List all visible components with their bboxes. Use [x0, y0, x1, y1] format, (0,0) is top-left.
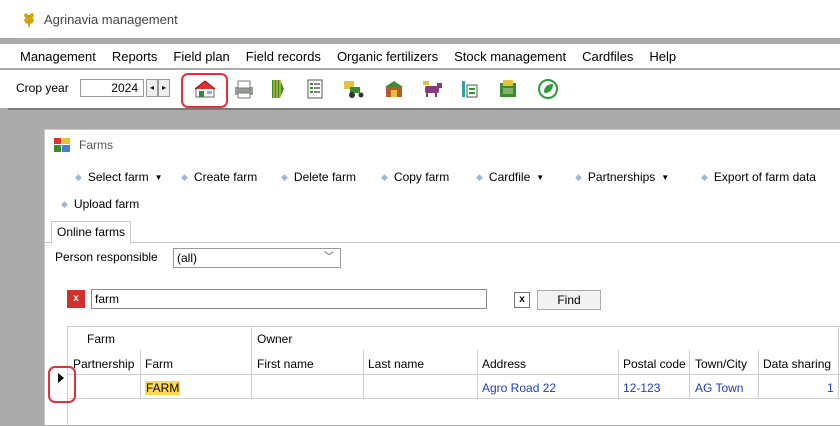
- cell-farm-value: FARM: [145, 381, 181, 395]
- grid-line: [618, 350, 619, 398]
- column-header-farm[interactable]: Farm: [145, 357, 173, 371]
- clear-filter-button[interactable]: x: [67, 290, 85, 308]
- toolbar: Crop year 2024 ◂ ▸: [0, 70, 840, 109]
- cell-postal-code: 12-123: [623, 381, 661, 395]
- crop-year-next-button[interactable]: ▸: [158, 79, 170, 97]
- column-header-town-city[interactable]: Town/City: [695, 357, 747, 371]
- farms-grid: Farm Owner Partnership Farm First name L…: [67, 326, 840, 426]
- bullet-icon: ◆: [575, 172, 582, 182]
- machinery-icon[interactable]: [342, 77, 366, 101]
- cell-address: Agro Road 22: [482, 381, 557, 395]
- column-header-address[interactable]: Address: [482, 357, 526, 371]
- livestock-icon[interactable]: [421, 77, 445, 101]
- chevron-down-icon: ﹀: [324, 252, 334, 263]
- copy-farm-action[interactable]: ◆ Copy farm: [381, 170, 449, 184]
- menu-field-plan[interactable]: Field plan: [165, 49, 237, 64]
- search-clear-icon[interactable]: x: [514, 292, 530, 308]
- partnerships-action[interactable]: ◆ Partnerships ▼: [575, 170, 669, 184]
- storage-icon[interactable]: [382, 77, 406, 101]
- cell-town-city: AG Town: [695, 381, 744, 395]
- search-row: x farm x Find: [67, 289, 607, 311]
- menu-bar: Management Reports Field plan Field reco…: [0, 44, 840, 68]
- crop-year-input[interactable]: 2024: [80, 79, 144, 97]
- select-farm-action[interactable]: ◆ Select farm ▼: [75, 170, 163, 184]
- grid-line: [140, 350, 141, 398]
- dropdown-caret-icon: ▼: [154, 173, 163, 182]
- delete-farm-action[interactable]: ◆ Delete farm: [281, 170, 356, 184]
- grid-line: [838, 326, 839, 398]
- printer-icon[interactable]: [232, 77, 256, 101]
- menu-cardfiles[interactable]: Cardfiles: [574, 49, 641, 64]
- column-header-last-name[interactable]: Last name: [368, 357, 424, 371]
- crop-year-label: Crop year: [16, 81, 69, 95]
- farms-action-bar: ◆ Select farm ▼ ◆ Create farm ◆ Delete farm …: [45, 164, 840, 222]
- column-header-partnership[interactable]: Partnership: [73, 357, 134, 371]
- grid-line: [477, 350, 478, 398]
- column-group-farm: Farm: [87, 332, 115, 346]
- bullet-icon: ◆: [61, 199, 68, 209]
- column-header-data-sharing[interactable]: Data sharing: [763, 357, 831, 371]
- farms-window-title-bar: Farms: [45, 130, 840, 160]
- cardfile-icon[interactable]: [496, 77, 520, 101]
- mdi-divider: [8, 108, 840, 110]
- grid-line: [67, 398, 840, 399]
- menu-field-records[interactable]: Field records: [238, 49, 329, 64]
- grid-line: [689, 350, 690, 398]
- person-responsible-label: Person responsible: [55, 250, 158, 264]
- farms-window: Farms ◆ Select farm ▼ ◆ Create farm ◆ Delete…: [44, 129, 840, 426]
- menu-reports[interactable]: Reports: [104, 49, 166, 64]
- grid-line: [758, 350, 759, 398]
- grid-line: [67, 374, 840, 375]
- bullet-icon: ◆: [281, 172, 288, 182]
- farms-window-title: Farms: [79, 138, 113, 152]
- grid-line: [67, 326, 840, 327]
- farms-window-icon: [54, 138, 70, 152]
- create-farm-action[interactable]: ◆ Create farm: [181, 170, 257, 184]
- wheat-logo-icon: [24, 13, 34, 27]
- bullet-icon: ◆: [476, 172, 483, 182]
- person-responsible-value: (all): [177, 251, 197, 265]
- menu-management[interactable]: Management: [0, 49, 104, 64]
- tab-online-farms[interactable]: Online farms: [51, 221, 132, 244]
- column-header-first-name[interactable]: First name: [257, 357, 314, 371]
- export-farm-data-action[interactable]: ◆ Export of farm data: [701, 170, 816, 184]
- column-group-owner: Owner: [257, 332, 293, 346]
- cell-data-sharing: 1: [827, 381, 834, 395]
- dropdown-caret-icon: ▼: [661, 173, 670, 182]
- row-indicator-highlight: [48, 366, 76, 403]
- organic-icon[interactable]: [536, 77, 560, 101]
- upload-farm-action[interactable]: ◆ Upload farm: [61, 197, 139, 211]
- bullet-icon: ◆: [75, 172, 82, 182]
- grid-line: [363, 350, 364, 398]
- person-responsible-select[interactable]: (all) ﹀: [173, 248, 341, 268]
- bullet-icon: ◆: [181, 172, 188, 182]
- dropdown-caret-icon: ▼: [536, 173, 545, 182]
- stock-icon[interactable]: [458, 77, 482, 101]
- report-icon[interactable]: [303, 77, 327, 101]
- column-header-postal-code[interactable]: Postal code: [623, 357, 686, 371]
- menu-organic-fertilizers[interactable]: Organic fertilizers: [329, 49, 446, 64]
- bullet-icon: ◆: [701, 172, 708, 182]
- farms-icon-highlight: [181, 73, 228, 108]
- window-title: Agrinavia management: [44, 11, 178, 27]
- field-icon[interactable]: [266, 77, 290, 101]
- menu-help[interactable]: Help: [641, 49, 684, 64]
- find-button[interactable]: Find: [537, 290, 601, 310]
- farms-tab-strip: Online farms: [45, 220, 840, 244]
- cell-farm: FARM: [145, 381, 181, 395]
- grid-line: [251, 326, 252, 398]
- cardfile-action[interactable]: ◆ Cardfile ▼: [476, 170, 544, 184]
- title-bar: Agrinavia management: [0, 0, 840, 38]
- bullet-icon: ◆: [381, 172, 388, 182]
- menu-stock-management[interactable]: Stock management: [446, 49, 574, 64]
- crop-year-prev-button[interactable]: ◂: [146, 79, 158, 97]
- search-input[interactable]: farm: [91, 289, 487, 309]
